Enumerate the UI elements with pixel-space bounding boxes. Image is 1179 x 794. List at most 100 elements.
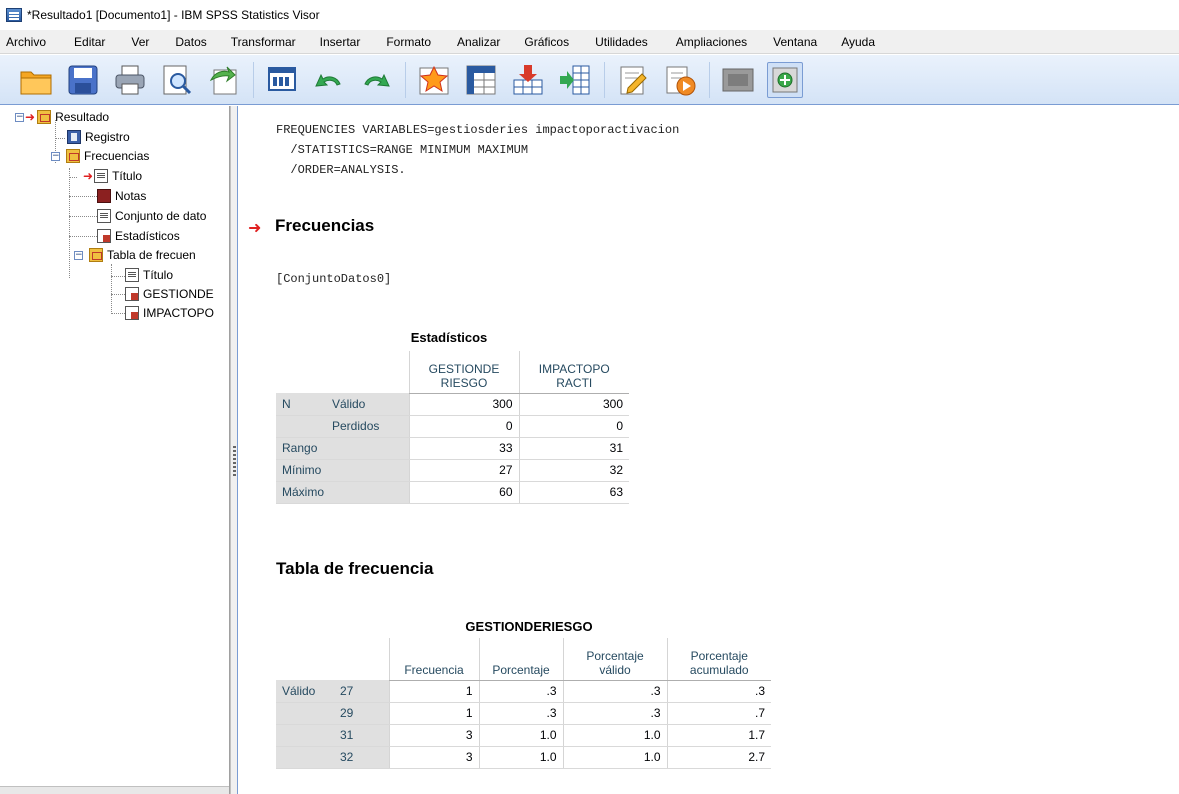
stats-col-impacto: IMPACTOPO RACTI: [518, 351, 629, 394]
tree-item-titulo[interactable]: ➜ Título: [83, 167, 142, 185]
stats-table-title: Estadísticos: [410, 330, 488, 345]
menu-ver[interactable]: Ver: [121, 35, 149, 49]
insert-cases-icon[interactable]: [510, 62, 546, 98]
tree-label: IMPACTOPO: [143, 306, 214, 320]
row-group: [276, 746, 334, 769]
tree-label: Título: [112, 169, 143, 183]
collapse-icon[interactable]: −: [15, 112, 24, 122]
tree-item-tabla[interactable]: − Tabla de frecuen: [74, 246, 196, 264]
cell-value: 60: [408, 481, 519, 504]
show-icon[interactable]: [767, 61, 803, 98]
menu-ampliaciones[interactable]: Ampliaciones: [666, 35, 747, 49]
syntax-line: /ORDER=ANALYSIS.: [276, 163, 406, 177]
menu-analizar[interactable]: Analizar: [447, 35, 500, 49]
tree-connector: [69, 168, 70, 278]
tree-label: GESTIONDE: [143, 287, 214, 301]
row-label: Perdidos: [326, 415, 409, 438]
menu-formato[interactable]: Formato: [376, 35, 431, 49]
freq-col-porcentaje: Porcentaje: [478, 638, 563, 681]
table-row: 29 1 .3 .3 .7: [276, 702, 771, 725]
tree-item-resultado[interactable]: − ➜ Resultado: [15, 108, 109, 126]
goto-variable-icon[interactable]: [463, 62, 499, 98]
splitter-grip-icon[interactable]: [233, 446, 236, 478]
cell-value: 0: [518, 415, 629, 438]
row-group: [276, 415, 326, 438]
output-folder-icon: [66, 149, 80, 163]
tree-connector: [111, 264, 112, 314]
menu-insertar[interactable]: Insertar: [310, 35, 361, 49]
current-item-arrow-icon: ➜: [83, 169, 94, 183]
print-preview-icon[interactable]: [159, 62, 195, 98]
pivot-table-icon: [125, 306, 139, 320]
tree-item-frecuencias[interactable]: − Frecuencias: [51, 147, 149, 165]
syntax-line: FREQUENCIES VARIABLES=gestiosderies impa…: [276, 123, 680, 137]
undo-icon[interactable]: [311, 62, 347, 98]
stats-col-gestion: GESTIONDE RIESGO: [408, 351, 519, 394]
insert-variable-icon[interactable]: [557, 62, 593, 98]
cell-value: 1.7: [666, 724, 771, 747]
table-row: 32 3 1.0 1.0 2.7: [276, 746, 771, 769]
collapse-icon[interactable]: −: [51, 151, 60, 161]
menu-ventana[interactable]: Ventana: [763, 35, 817, 49]
cell-value: 1.0: [562, 724, 667, 747]
tree-label: Estadísticos: [115, 229, 180, 243]
run-icon[interactable]: [662, 62, 698, 98]
cell-value: .3: [562, 702, 667, 725]
toolbar-separator: [604, 61, 605, 98]
cell-value: 2.7: [666, 746, 771, 769]
pane-splitter[interactable]: [230, 106, 238, 794]
designate-window-icon[interactable]: [615, 62, 651, 98]
output-content: FREQUENCIES VARIABLES=gestiosderies impa…: [239, 106, 1179, 794]
row-label: Rango: [276, 437, 409, 460]
print-icon[interactable]: [112, 62, 148, 98]
collapse-icon[interactable]: −: [74, 250, 83, 260]
tree-connector: [69, 196, 97, 197]
toolbar-separator: [253, 61, 254, 98]
tree-item-impacto[interactable]: IMPACTOPO: [125, 304, 214, 322]
output-folder-icon: [37, 110, 52, 124]
row-label: 32: [334, 746, 389, 769]
tree-item-registro[interactable]: Registro: [67, 128, 130, 146]
tree-item-conjunto[interactable]: Conjunto de dato: [97, 207, 206, 225]
menu-utilidades[interactable]: Utilidades: [585, 35, 648, 49]
open-icon[interactable]: [18, 62, 54, 98]
window-title: *Resultado1 [Documento1] - IBM SPSS Stat…: [27, 8, 320, 22]
table-row: Mínimo 27 32: [276, 459, 629, 482]
row-label: 29: [334, 702, 389, 725]
menu-graficos[interactable]: Gráficos: [514, 35, 569, 49]
menu-ayuda[interactable]: Ayuda: [831, 35, 875, 49]
hide-icon[interactable]: [720, 62, 756, 98]
tree-label: Tabla de frecuen: [107, 248, 196, 262]
menu-editar[interactable]: Editar: [64, 35, 105, 49]
row-label: Válido: [326, 393, 409, 416]
notes-icon: [97, 189, 111, 203]
current-item-arrow-icon: ➜: [248, 218, 262, 237]
cell-value: 300: [408, 393, 519, 416]
cell-value: 1: [388, 702, 479, 725]
redo-icon[interactable]: [358, 62, 394, 98]
tree-item-gestion[interactable]: GESTIONDE: [125, 285, 214, 303]
recall-dialog-icon[interactable]: [264, 62, 300, 98]
tree-item-titulo2[interactable]: Título: [125, 266, 173, 284]
horizontal-scrollbar[interactable]: [0, 786, 229, 794]
freq-table[interactable]: Frecuencia Porcentaje Porcentaje válido P…: [276, 638, 771, 769]
tree-label: Registro: [85, 130, 130, 144]
cell-value: 31: [518, 437, 629, 460]
menu-transformar[interactable]: Transformar: [221, 35, 296, 49]
save-icon[interactable]: [65, 62, 101, 98]
cell-value: .3: [666, 680, 771, 703]
stats-header-blank: [326, 351, 409, 393]
stats-table[interactable]: GESTIONDE RIESGO IMPACTOPO RACTI N Válido …: [276, 351, 629, 504]
export-icon[interactable]: [206, 62, 242, 98]
row-group: [276, 702, 334, 725]
cell-value: 32: [518, 459, 629, 482]
goto-data-icon[interactable]: [416, 62, 452, 98]
menu-datos[interactable]: Datos: [165, 35, 206, 49]
tree-item-estadisticos[interactable]: Estadísticos: [97, 227, 180, 245]
menu-archivo[interactable]: Archivo: [0, 35, 46, 49]
tree-item-notas[interactable]: Notas: [97, 187, 146, 205]
heading-tabla-frecuencia: Tabla de frecuencia: [276, 559, 434, 578]
row-label: 31: [334, 724, 389, 747]
cell-value: 3: [388, 746, 479, 769]
tree-connector: [111, 276, 125, 277]
